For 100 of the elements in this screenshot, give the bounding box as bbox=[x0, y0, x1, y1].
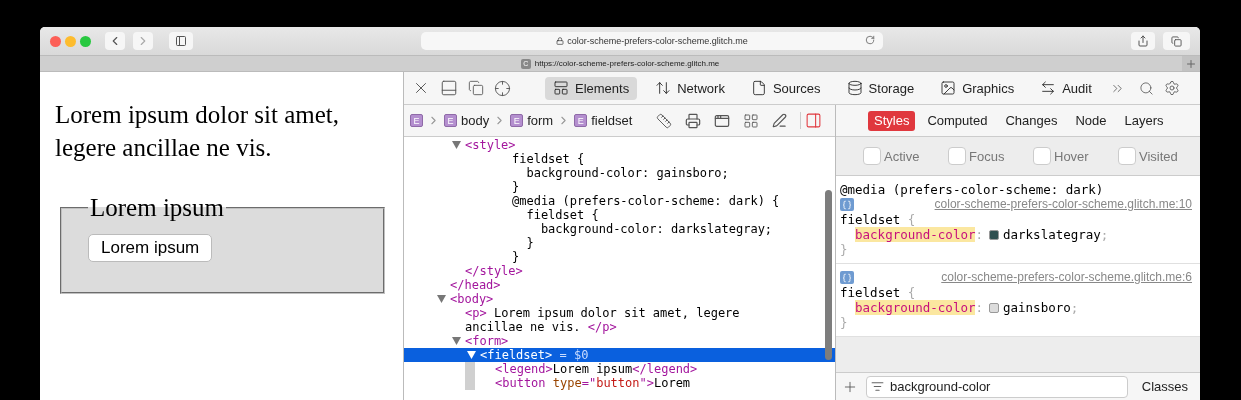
back-button[interactable] bbox=[105, 32, 125, 50]
forward-button[interactable] bbox=[133, 32, 153, 50]
paragraph: Lorem ipsum dolor sit amet, legere ancillae ne vis. bbox=[55, 100, 340, 163]
reload-icon[interactable] bbox=[865, 35, 875, 45]
plus-icon bbox=[1185, 57, 1197, 70]
devtools-tab[interactable]: Graphics bbox=[932, 76, 1023, 100]
graphics-icon bbox=[940, 80, 957, 96]
dom-row[interactable]: <body> bbox=[404, 292, 835, 306]
dom-row[interactable]: <style> bbox=[404, 138, 835, 152]
css-brace: { bbox=[907, 285, 916, 300]
devtools-tab[interactable]: Sources bbox=[742, 76, 829, 100]
code-line: <fieldset> = $0 bbox=[480, 348, 589, 362]
devtools-tab[interactable]: Audit bbox=[1032, 76, 1100, 100]
code-line: <legend>Lorem ipsum</legend> bbox=[495, 362, 698, 376]
element-badge: E bbox=[510, 114, 524, 127]
search-icon[interactable] bbox=[1138, 80, 1154, 96]
css-brace: } bbox=[840, 315, 848, 330]
styles-tab[interactable]: Computed bbox=[921, 110, 994, 131]
pen-icon[interactable] bbox=[772, 113, 788, 128]
css-brace: } bbox=[840, 242, 848, 257]
legend: Lorem ipsum bbox=[88, 194, 226, 222]
css-colon: : bbox=[975, 300, 983, 315]
code-line: <body> bbox=[450, 292, 494, 306]
source-link[interactable]: color-scheme-prefers-color-scheme.glitch.me:6 bbox=[941, 270, 1192, 285]
breadcrumb[interactable]: E form bbox=[510, 113, 554, 128]
printer-icon[interactable] bbox=[685, 112, 702, 129]
dom-row[interactable]: <form> bbox=[404, 334, 835, 348]
devtools-tab[interactable]: Storage bbox=[838, 76, 923, 100]
sidebar-icon bbox=[175, 35, 187, 47]
css-property[interactable]: background-color bbox=[855, 227, 976, 242]
styles-tab[interactable]: Styles bbox=[868, 110, 916, 131]
code-line: <form> bbox=[465, 334, 509, 348]
storage-icon bbox=[846, 80, 863, 96]
css-property[interactable]: background-color bbox=[855, 300, 976, 315]
checkbox[interactable] bbox=[948, 147, 966, 165]
tabs-overview-button[interactable] bbox=[1163, 32, 1190, 50]
crosshair-icon[interactable] bbox=[494, 79, 511, 97]
checkbox-label: Focus bbox=[969, 148, 1005, 164]
overlapping-squares-icon bbox=[1171, 35, 1182, 47]
page-button[interactable]: Lorem ipsum bbox=[88, 234, 213, 262]
audit-icon bbox=[1040, 80, 1057, 96]
selected-dom-row[interactable]: <fieldset> = $0 bbox=[404, 348, 835, 362]
element-badge: E bbox=[574, 114, 588, 127]
devtools-tab[interactable]: Elements bbox=[545, 76, 638, 100]
checkbox[interactable] bbox=[1118, 147, 1136, 165]
checkbox-label: Hover bbox=[1054, 148, 1089, 164]
filter-icon bbox=[871, 379, 884, 393]
tab-title: https://color-scheme-prefers-color-scheme.glitch.me bbox=[534, 59, 720, 68]
dom-row[interactable]: <p> Lorem ipsum dolor sit amet, legere ancillae ne vis. </p> bbox=[404, 306, 835, 334]
braces-icon bbox=[840, 198, 854, 211]
checkbox-label: Active bbox=[884, 148, 920, 164]
detach-window-icon[interactable] bbox=[468, 80, 484, 96]
code-line: </head> bbox=[450, 278, 501, 292]
checkbox-label: Visited bbox=[1139, 148, 1178, 164]
elements-icon bbox=[553, 80, 569, 96]
sources-icon bbox=[750, 80, 767, 96]
color-swatch[interactable] bbox=[989, 302, 999, 313]
lock-icon bbox=[556, 37, 565, 45]
css-semicolon: ; bbox=[1070, 300, 1079, 315]
window-close-button[interactable] bbox=[50, 35, 61, 47]
scrollbar-thumb[interactable] bbox=[825, 190, 832, 360]
share-button[interactable] bbox=[1131, 32, 1155, 50]
styles-tab[interactable]: Layers bbox=[1118, 110, 1170, 131]
sidebar-button[interactable] bbox=[169, 32, 193, 50]
element-badge: E bbox=[444, 114, 457, 127]
breadcrumb[interactable]: E fieldset bbox=[574, 113, 633, 128]
styles-tab[interactable]: Changes bbox=[999, 110, 1064, 131]
breadcrumb-label: body bbox=[461, 113, 490, 128]
ruler-icon[interactable] bbox=[656, 112, 673, 129]
code-line: <button type="button">Lorem bbox=[495, 376, 691, 390]
source-link[interactable]: color-scheme-prefers-color-scheme.glitch.me:10 bbox=[934, 197, 1192, 212]
grid-icon[interactable] bbox=[743, 112, 760, 129]
settings-icon[interactable] bbox=[1163, 80, 1180, 96]
css-value[interactable]: gainsboro bbox=[1003, 300, 1071, 315]
breadcrumb[interactable]: E body bbox=[444, 113, 490, 128]
css-text: fieldset { background-color: gainsboro; } @media (prefers-color-scheme: dark) { fieldset { background-color: darkslategray; } } bbox=[512, 152, 780, 264]
dock-bottom-icon[interactable] bbox=[440, 79, 458, 97]
classes-button[interactable]: Classes bbox=[1135, 378, 1194, 395]
media-query: @media (prefers-color-scheme: dark) bbox=[840, 182, 1105, 197]
network-icon bbox=[655, 80, 672, 96]
css-selector: fieldset bbox=[840, 212, 901, 227]
sidebar-toggle-icon[interactable] bbox=[800, 112, 823, 129]
color-swatch[interactable] bbox=[989, 229, 999, 240]
braces-icon bbox=[840, 271, 854, 284]
breadcrumb-label: form bbox=[527, 113, 554, 128]
devtools-tab[interactable]: Network bbox=[647, 76, 733, 100]
code-line: <style> bbox=[465, 138, 516, 152]
css-semicolon: ; bbox=[1100, 227, 1109, 242]
filter-field[interactable]: background-color bbox=[866, 375, 1128, 398]
code-line: <p> Lorem ipsum dolor sit amet, legere ancillae ne vis. </p> bbox=[465, 306, 741, 334]
checkbox[interactable] bbox=[1033, 147, 1051, 165]
css-selector: fieldset bbox=[840, 285, 901, 300]
css-colon: : bbox=[975, 227, 983, 242]
address-bar[interactable]: color-scheme-prefers-color-scheme.glitch.me bbox=[421, 32, 883, 50]
css-value[interactable]: darkslategray bbox=[1003, 227, 1101, 242]
checkbox[interactable] bbox=[863, 147, 881, 165]
styles-tab[interactable]: Node bbox=[1069, 110, 1113, 131]
breadcrumb-label: fieldset bbox=[591, 113, 633, 128]
css-brace: { bbox=[907, 212, 916, 227]
window-icon[interactable] bbox=[714, 112, 731, 129]
